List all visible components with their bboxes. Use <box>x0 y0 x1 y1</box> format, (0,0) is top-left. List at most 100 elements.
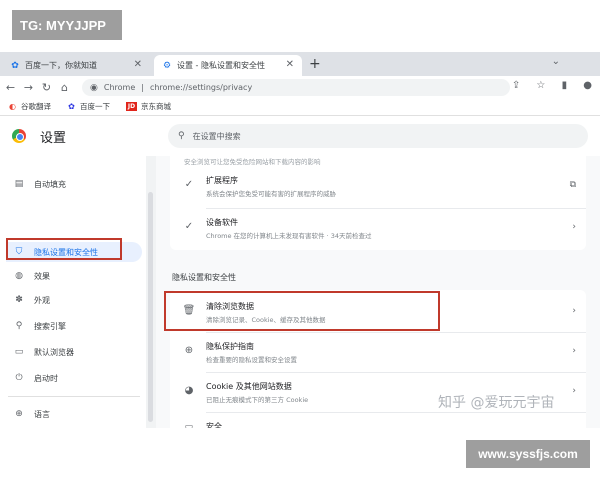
home-icon[interactable]: ⌂ <box>57 81 72 94</box>
guide-icon: ⊕ <box>184 345 194 356</box>
bookmark-label: 百度一下 <box>80 102 110 111</box>
row-subtitle: 系统会保护您免受可能有害的扩展程序的威胁 <box>206 190 336 198</box>
chrome-icon: ◉ <box>90 82 98 93</box>
url-scheme: Chrome <box>103 83 136 92</box>
tab-label: 百度一下，你就知道 <box>25 61 97 70</box>
sidebar-item-label: 自动填充 <box>34 179 66 189</box>
search-icon: ⚲ <box>178 131 185 141</box>
sidebar-item-label: 搜索引擎 <box>34 321 66 331</box>
sidebar-item-label: 启动时 <box>34 373 58 383</box>
sidebar-item-label: 默认浏览器 <box>34 347 74 357</box>
palette-icon: ✽ <box>15 295 23 305</box>
sidebar-item-search-engine[interactable]: ⚲ 搜索引擎 <box>6 316 142 336</box>
privacy-guide-row[interactable]: ⊕ 隐私保护指南 检查重要的隐私设置和安全设置 › <box>170 332 586 374</box>
sidebar-item-autofill[interactable]: ▤ 自动填充 <box>6 174 142 194</box>
row-divider <box>206 372 586 373</box>
tab-label: 设置 - 隐私设置和安全性 <box>177 61 265 70</box>
cookie-icon: ◕ <box>184 385 194 396</box>
chrome-logo-icon <box>12 129 26 143</box>
row-title: 扩展程序 <box>206 176 238 185</box>
row-subtitle: 检查重要的隐私设置和安全设置 <box>206 356 297 364</box>
chevron-right-icon: › <box>572 222 576 232</box>
chevron-right-icon: › <box>572 346 576 356</box>
settings-sidebar: ▤ 自动填充 ⛉ 隐私设置和安全性 ◍ 效果 ✽ 外观 ⚲ 搜索引擎 ▭ 默认浏… <box>0 156 150 428</box>
settings-main: 安全浏览可让您免受危险网站和下载内容的影响 ✓ 扩展程序 系统会保护您免受可能有… <box>156 156 600 428</box>
bookmarks-bar: ◐ 谷歌翻译 ✿ 百度一下 JD 京东商城 <box>0 98 600 116</box>
close-icon[interactable]: ✕ <box>286 59 294 70</box>
sidebar-divider <box>8 396 140 397</box>
sidebar-item-label: 语言 <box>34 409 50 419</box>
row-title: 设备软件 <box>206 218 238 227</box>
url-text: chrome://settings/privacy <box>149 83 253 92</box>
sidebar-scrollbar-thumb[interactable] <box>148 192 153 422</box>
highlight-box <box>164 291 440 331</box>
chevron-right-icon: › <box>572 306 576 316</box>
row-divider <box>206 208 586 209</box>
toolbar-actions: ⇪ ☆ ▮ ● <box>499 80 592 91</box>
profile-icon[interactable]: ● <box>583 80 592 91</box>
browser-toolbar: ← → ↻ ⌂ ◉ Chrome | chrome://settings/pri… <box>0 76 600 98</box>
jd-icon: JD <box>126 102 137 111</box>
search-placeholder: 在设置中搜索 <box>192 131 241 141</box>
settings-header: 设置 ⚲ 在设置中搜索 <box>0 116 600 156</box>
row-subtitle: Chrome 在您的计算机上未发现有害软件 · 34天前检查过 <box>206 232 372 240</box>
check-icon: ✓ <box>184 221 194 232</box>
bookmark-label: 谷歌翻译 <box>21 102 51 111</box>
sidebar-item-appearance[interactable]: ✽ 外观 <box>6 290 142 310</box>
browser-window: ✿ 百度一下，你就知道 ✕ ⚙ 设置 - 隐私设置和安全性 ✕ + ⌄ ← → … <box>0 52 600 428</box>
row-title: Cookie 及其他网站数据 <box>206 382 292 391</box>
globe-icon: ⊕ <box>15 409 23 419</box>
security-row[interactable]: ⛉ 安全 <box>170 412 586 428</box>
shield-icon: ⛉ <box>182 425 196 428</box>
extensions-row[interactable]: ✓ 扩展程序 系统会保护您免受可能有害的扩展程序的威胁 ⧉ <box>170 166 586 208</box>
row-divider <box>206 412 586 413</box>
close-icon[interactable]: ✕ <box>134 59 142 70</box>
tab-baidu[interactable]: ✿ 百度一下，你就知道 ✕ <box>2 55 150 76</box>
star-icon[interactable]: ☆ <box>536 80 545 91</box>
forward-icon[interactable]: → <box>21 81 36 94</box>
sidebar-item-on-startup[interactable]: ⏻ 启动时 <box>6 368 142 388</box>
row-title: 安全 <box>206 422 222 428</box>
gear-icon: ⚙ <box>162 60 172 71</box>
bookmark-label: 京东商城 <box>141 102 171 111</box>
external-link-icon[interactable]: ⧉ <box>570 180 576 190</box>
page-title: 设置 <box>40 131 67 146</box>
security-card: 安全浏览可让您免受危险网站和下载内容的影响 ✓ 扩展程序 系统会保护您免受可能有… <box>170 156 586 250</box>
tab-strip: ✿ 百度一下，你就知道 ✕ ⚙ 设置 - 隐私设置和安全性 ✕ + ⌄ <box>0 52 600 76</box>
bookmark-item[interactable]: JD 京东商城 <box>126 101 171 112</box>
share-icon[interactable]: ⇪ <box>512 80 520 91</box>
device-software-row[interactable]: ✓ 设备软件 Chrome 在您的计算机上未发现有害软件 · 34天前检查过 › <box>170 208 586 250</box>
row-divider <box>206 332 586 333</box>
chevron-down-icon[interactable]: ⌄ <box>552 56 560 67</box>
bookmark-item[interactable]: ◐ 谷歌翻译 <box>8 101 51 112</box>
highlight-box <box>6 238 122 260</box>
section-title: 隐私设置和安全性 <box>172 273 236 282</box>
truncated-text: 安全浏览可让您免受危险网站和下载内容的影响 <box>184 158 321 166</box>
clipboard-icon: ▤ <box>14 179 24 189</box>
url-divider: | <box>141 83 144 92</box>
watermark-zhihu: 知乎 @爱玩元宇宙 <box>438 395 555 411</box>
address-bar[interactable]: ◉ Chrome | chrome://settings/privacy <box>82 79 510 96</box>
check-icon: ✓ <box>184 179 194 190</box>
google-icon: ◐ <box>9 102 16 111</box>
bookmark-item[interactable]: ✿ 百度一下 <box>67 101 110 112</box>
sidepanel-icon[interactable]: ▮ <box>562 80 568 91</box>
sidebar-item-appearance[interactable]: ◍ 效果 <box>6 266 142 286</box>
power-icon: ⏻ <box>15 373 23 383</box>
watermark-site: www.syssfjs.com <box>466 440 590 468</box>
browser-icon: ▭ <box>14 347 24 357</box>
paw-icon: ✿ <box>11 60 19 71</box>
sidebar-item-languages[interactable]: ⊕ 语言 <box>6 404 142 424</box>
tab-settings[interactable]: ⚙ 设置 - 隐私设置和安全性 ✕ <box>154 55 302 76</box>
reload-icon[interactable]: ↻ <box>39 81 54 94</box>
sidebar-item-default-browser[interactable]: ▭ 默认浏览器 <box>6 342 142 362</box>
watermark-tg: TG: MYYJJPP <box>12 10 122 40</box>
row-subtitle: 已阻止无痕模式下的第三方 Cookie <box>206 396 309 404</box>
settings-search-input[interactable]: ⚲ 在设置中搜索 <box>168 124 588 148</box>
sidebar-item-label: 效果 <box>34 271 50 281</box>
new-tab-icon[interactable]: + <box>309 56 321 72</box>
row-title: 隐私保护指南 <box>206 342 254 351</box>
chevron-right-icon: › <box>572 386 576 396</box>
back-icon[interactable]: ← <box>3 81 18 94</box>
paw-icon: ✿ <box>68 102 75 111</box>
